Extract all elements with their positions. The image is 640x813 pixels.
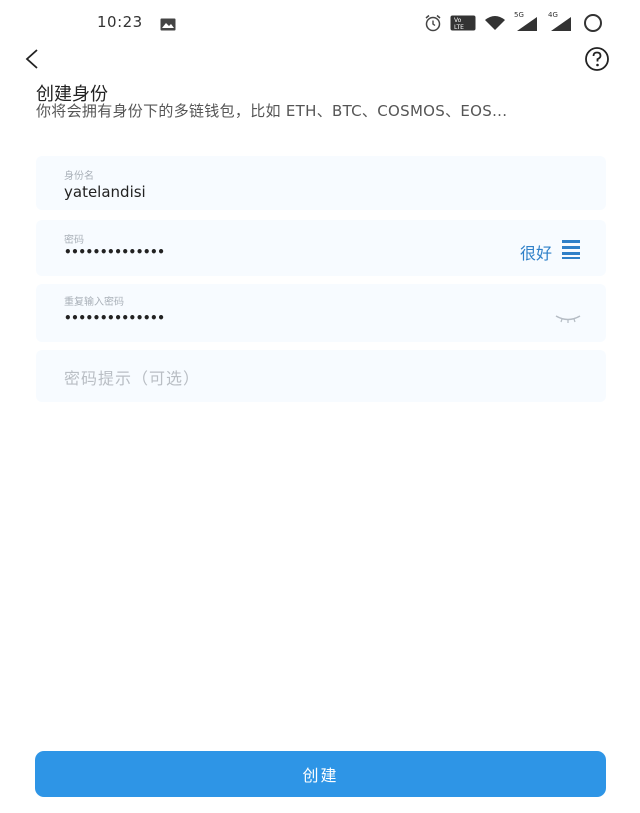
password-value: •••••••••••••• [64,245,165,259]
password-field[interactable]: 密码 •••••••••••••• 很好 [36,220,606,276]
back-button[interactable] [20,46,46,72]
eye-closed-icon[interactable] [554,308,582,323]
password-strength-label: 很好 [519,244,552,263]
status-icons: Vo LTE 5G 4G [424,11,604,33]
strength-bars-icon [562,239,580,259]
battery-icon [582,13,604,33]
svg-text:LTE: LTE [454,24,464,31]
help-button[interactable] [584,46,610,72]
confirm-password-label: 重复输入密码 [64,297,124,308]
help-circle-icon [585,47,609,71]
signal-label-5g: 5G [514,11,524,19]
identity-name-value: yatelandisi [64,183,146,201]
volte-icon: Vo LTE [450,15,476,31]
signal-icon: 5G [514,11,540,32]
status-time: 10:23 [97,13,143,31]
password-label: 密码 [64,235,84,246]
password-hint-placeholder: 密码提示（可选） [64,369,201,388]
signal-label-4g: 4G [548,11,558,19]
identity-name-field[interactable]: 身份名 yatelandisi [36,156,606,210]
status-bar: 10:23 Vo LTE 5G 4G [0,0,640,44]
alarm-icon [424,14,442,32]
signal-icon: 4G [548,11,574,32]
identity-name-label: 身份名 [64,171,94,182]
confirm-password-value: •••••••••••••• [64,311,165,325]
confirm-password-field[interactable]: 重复输入密码 •••••••••••••• [36,284,606,342]
page-subtitle: 你将会拥有身份下的多链钱包，比如 ETH、BTC、COSMOS、EOS... [36,102,508,120]
svg-text:Vo: Vo [454,17,462,24]
image-icon [160,16,176,35]
password-hint-field[interactable]: 密码提示（可选） [36,350,606,402]
create-button[interactable]: 创建 [35,751,606,797]
chevron-left-icon [25,49,38,69]
wifi-icon [484,15,506,31]
